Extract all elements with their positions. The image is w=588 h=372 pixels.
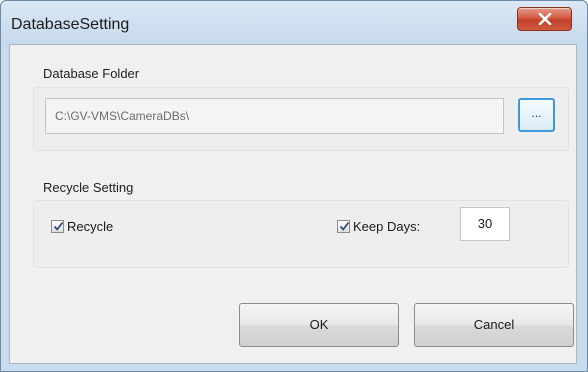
cancel-button[interactable]: Cancel: [414, 303, 574, 347]
close-button[interactable]: [517, 7, 572, 31]
keep-days-checkbox-row[interactable]: Keep Days:: [337, 219, 420, 234]
keep-days-input[interactable]: 30: [460, 207, 510, 241]
keep-days-checkbox[interactable]: [337, 220, 350, 233]
checkmark-icon: [339, 221, 350, 231]
recycle-checkbox-row[interactable]: Recycle: [51, 219, 113, 234]
database-path-field[interactable]: C:\GV-VMS\CameraDBs\: [45, 98, 504, 134]
recycle-label: Recycle: [67, 219, 114, 234]
close-icon: [538, 13, 551, 25]
recycle-checkbox[interactable]: [51, 220, 64, 233]
title-bar[interactable]: DatabaseSetting: [1, 1, 587, 45]
keep-days-label: Keep Days:: [353, 219, 421, 234]
recycle-setting-group-label: Recycle Setting: [43, 180, 134, 195]
checkmark-icon: [53, 221, 64, 231]
browse-button[interactable]: ...: [518, 98, 555, 132]
ok-button[interactable]: OK: [239, 303, 399, 347]
database-folder-group-label: Database Folder: [43, 66, 140, 81]
window-title: DatabaseSetting: [11, 16, 130, 33]
